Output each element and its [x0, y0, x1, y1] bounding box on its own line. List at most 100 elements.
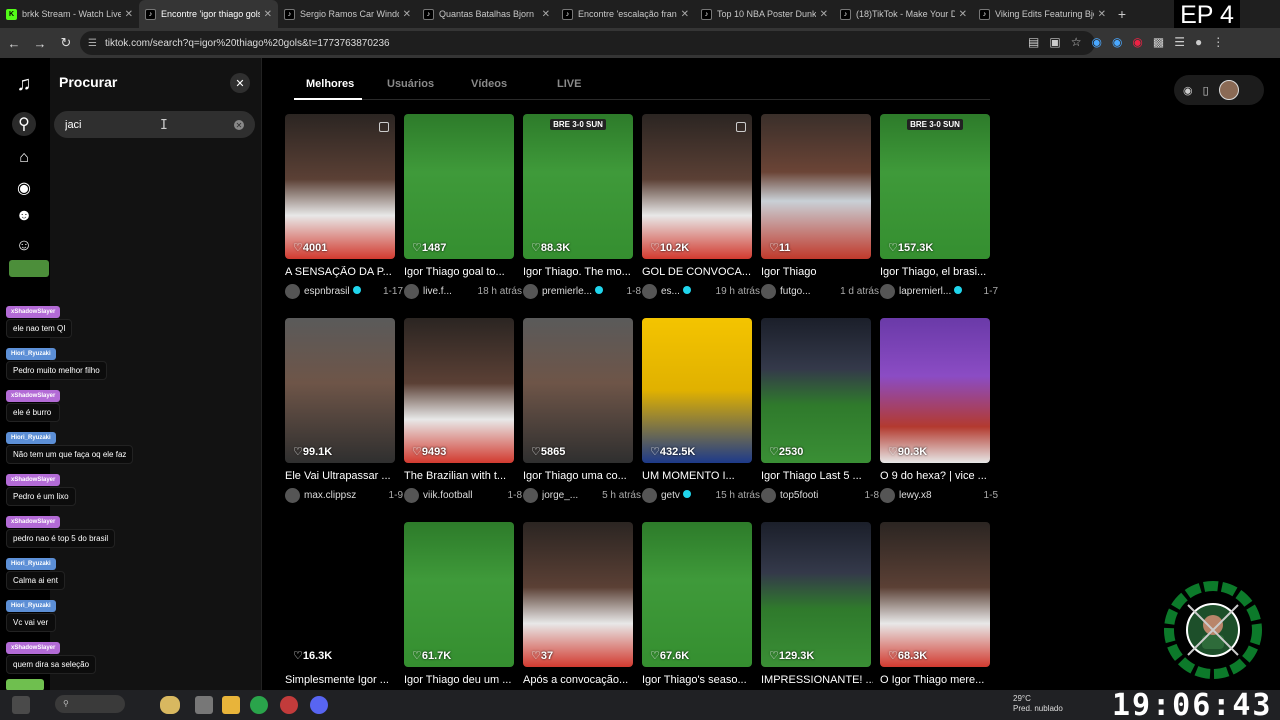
video-title[interactable]: IMPRESSIONANTE! ... [761, 674, 873, 686]
extension-icon[interactable]: ◉ [1112, 35, 1122, 49]
video-card[interactable]: 9493 The Brazilian with t... viik.football… [404, 318, 522, 503]
video-title[interactable]: Igor Thiago, el brasi... [880, 266, 992, 278]
browser-tab[interactable]: ♪ Viking Edits Featuring Bjo ✕ [973, 0, 1112, 28]
avatar[interactable] [761, 488, 776, 503]
close-tab-icon[interactable]: ✕ [1098, 9, 1106, 20]
taskbar-search[interactable]: ⚲ [55, 695, 125, 713]
video-title[interactable]: A SENSAÇÃO DA P... [285, 266, 397, 278]
close-tab-icon[interactable]: ✕ [959, 9, 967, 20]
video-title[interactable]: Igor Thiago Last 5 ... [761, 470, 873, 482]
chrome-icon[interactable] [250, 696, 268, 714]
avatar[interactable] [880, 284, 895, 299]
close-icon[interactable]: ✕ [230, 73, 250, 93]
video-title[interactable]: Igor Thiago. The mo... [523, 266, 635, 278]
video-card[interactable]: 10.2K GOL DE CONVOCA... es... 19 h atrás [642, 114, 760, 299]
reload-icon[interactable]: ↻ [54, 31, 78, 55]
username[interactable]: viik.football [423, 490, 504, 501]
video-card[interactable]: 129.3K IMPRESSIONANTE! ... [761, 522, 873, 686]
browser-tab[interactable]: Kbrkk Stream - Watch Live ✕ [0, 0, 139, 28]
close-tab-icon[interactable]: ✕ [264, 9, 272, 20]
video-title[interactable]: Igor Thiago's seaso... [642, 674, 754, 686]
explore-compass-icon[interactable]: ◉ [12, 176, 36, 200]
extension-icon[interactable]: ◉ [1091, 35, 1101, 49]
avatar[interactable] [880, 488, 895, 503]
video-thumbnail[interactable]: 432.5K [642, 318, 752, 463]
task-view-icon[interactable] [195, 696, 213, 714]
video-title[interactable]: O 9 do hexa? | vice ... [880, 470, 992, 482]
username[interactable]: premierle... [542, 286, 623, 297]
tab-melhores[interactable]: Melhores [306, 78, 354, 90]
clear-search-icon[interactable]: ✕ [234, 120, 244, 130]
video-card[interactable]: BRE 3-0 SUN 157.3K Igor Thiago, el brasi..… [880, 114, 998, 299]
avatar[interactable] [642, 488, 657, 503]
video-title[interactable]: Igor Thiago goal to... [404, 266, 516, 278]
video-title[interactable]: Após a convocação... [523, 674, 635, 686]
video-thumbnail[interactable]: 9493 [404, 318, 514, 463]
start-icon[interactable] [12, 696, 30, 714]
video-card[interactable]: 90.3K O 9 do hexa? | vice ... lewy.x8 1-5 [880, 318, 998, 503]
username[interactable]: es... [661, 286, 712, 297]
video-thumbnail[interactable]: 129.3K [761, 522, 871, 667]
video-thumbnail[interactable]: 61.7K [404, 522, 514, 667]
avatar[interactable] [523, 488, 538, 503]
menu-lines-icon[interactable]: ☰ [1174, 35, 1185, 49]
puzzle-icon[interactable]: ▩ [1153, 35, 1164, 49]
avatar[interactable] [404, 284, 419, 299]
video-thumbnail[interactable]: BRE 3-0 SUN 157.3K [880, 114, 990, 259]
app-icon[interactable] [280, 696, 298, 714]
video-card[interactable]: 61.7K Igor Thiago deu um ... [404, 522, 514, 686]
avatar[interactable] [523, 284, 538, 299]
browser-tab[interactable]: ♪ (18)TikTok - Make Your D ✕ [834, 0, 973, 28]
close-tab-icon[interactable]: ✕ [820, 9, 828, 20]
search-input[interactable] [54, 111, 255, 138]
video-thumbnail[interactable]: 37 [523, 522, 633, 667]
username[interactable]: jorge_... [542, 490, 598, 501]
widget-icon[interactable] [160, 696, 180, 714]
video-title[interactable]: Igor Thiago deu um ... [404, 674, 516, 686]
video-thumbnail[interactable]: 67.6K [642, 522, 752, 667]
friends-icon[interactable]: ☺ [12, 234, 36, 258]
username[interactable]: futgo... [780, 286, 836, 297]
video-thumbnail[interactable]: 2530 [761, 318, 871, 463]
video-thumbnail[interactable]: BRE 3-0 SUN 88.3K [523, 114, 633, 259]
avatar[interactable] [642, 284, 657, 299]
video-card[interactable]: 99.1K Ele Vai Ultrapassar ... max.clippsz 1… [285, 318, 403, 503]
file-explorer-icon[interactable] [222, 696, 240, 714]
avatar[interactable] [404, 488, 419, 503]
video-card[interactable]: 67.6K Igor Thiago's seaso... [642, 522, 752, 686]
site-info-icon[interactable]: ☰ [88, 38, 97, 49]
video-card[interactable]: BRE 3-0 SUN 88.3K Igor Thiago. The mo... pr… [523, 114, 641, 299]
video-card[interactable]: 1487 Igor Thiago goal to... live.f... 18 h … [404, 114, 522, 299]
browser-tab[interactable]: ♪ Encontre 'escalação franc ✕ [556, 0, 695, 28]
back-icon[interactable]: ← [2, 31, 26, 55]
tab-live[interactable]: LIVE [557, 78, 581, 90]
home-icon[interactable]: ⌂ [12, 146, 36, 170]
weather-widget[interactable]: 29°C Pred. nublado [1013, 694, 1063, 714]
translate-icon[interactable]: ▤ [1028, 35, 1039, 49]
following-icon[interactable]: ☻ [12, 204, 36, 228]
video-title[interactable]: GOL DE CONVOCA... [642, 266, 754, 278]
username[interactable]: espnbrasil [304, 286, 379, 297]
username[interactable]: getv [661, 490, 712, 501]
video-thumbnail[interactable]: 5865 [523, 318, 633, 463]
video-thumbnail[interactable]: 10.2K [642, 114, 752, 259]
video-title[interactable]: Simplesmente Igor ... [285, 674, 397, 686]
username[interactable]: live.f... [423, 286, 474, 297]
close-tab-icon[interactable]: ✕ [125, 9, 133, 20]
video-card[interactable]: 2530 Igor Thiago Last 5 ... top5footi 1-8 [761, 318, 879, 503]
video-thumbnail[interactable]: 1487 [404, 114, 514, 259]
close-tab-icon[interactable]: ✕ [542, 9, 550, 20]
video-title[interactable]: Igor Thiago [761, 266, 873, 278]
video-thumbnail[interactable]: 16.3K [285, 522, 395, 667]
tab-usuarios[interactable]: Usuários [387, 78, 434, 90]
video-title[interactable]: Ele Vai Ultrapassar ... [285, 470, 397, 482]
video-thumbnail[interactable]: 90.3K [880, 318, 990, 463]
video-title[interactable]: UM MOMENTO I... [642, 470, 754, 482]
phone-icon[interactable]: ▯ [1203, 84, 1209, 97]
username[interactable]: lapremierl... [899, 286, 980, 297]
close-tab-icon[interactable]: ✕ [681, 9, 689, 20]
more-menu-icon[interactable]: ⋮ [1212, 35, 1224, 49]
avatar[interactable] [1218, 80, 1239, 100]
cast-icon[interactable]: ▣ [1049, 35, 1060, 49]
search-icon[interactable]: ⚲ [12, 112, 36, 136]
